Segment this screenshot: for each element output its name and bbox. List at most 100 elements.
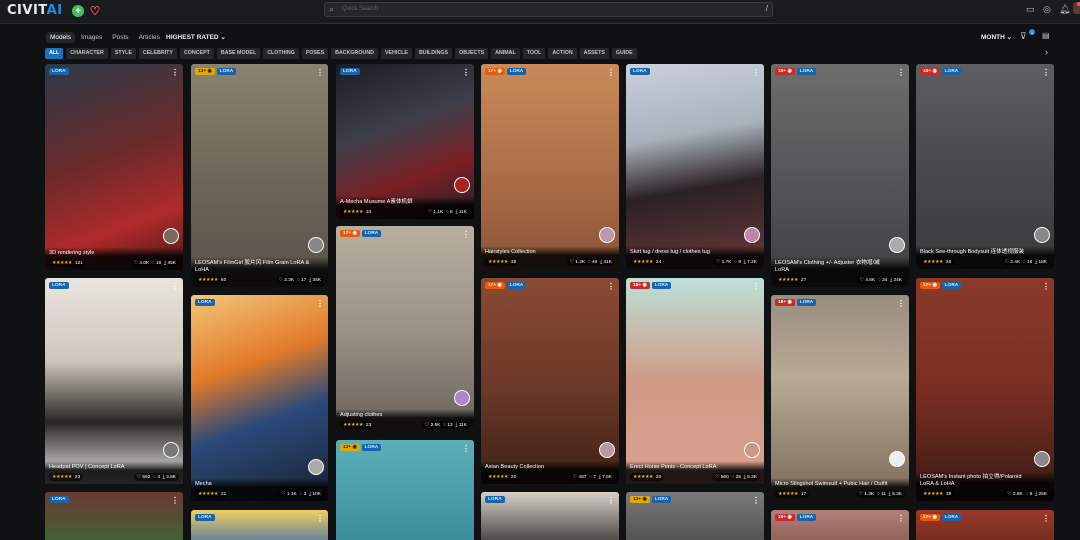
category-chip[interactable]: ASSETS [579,48,609,59]
category-chip[interactable]: CHARACTER [66,48,108,59]
creator-avatar[interactable] [1034,451,1050,467]
category-chip[interactable]: VEHICLE [380,48,412,59]
card-menu-icon[interactable]: ⋮ [752,282,760,291]
category-chip[interactable]: GUIDE [611,48,637,59]
creator-avatar[interactable] [454,177,470,193]
model-card[interactable]: LORA ⋮ 3D rendering style ★★★★★ 121 ♡ 4.0K… [45,64,183,270]
model-title[interactable]: Skirt tug / dress tug / clothes tug [630,249,760,256]
creator-avatar[interactable] [889,237,905,253]
chevron-right-icon[interactable]: › [1045,47,1048,57]
category-chip[interactable]: BASE MODEL [216,48,261,59]
card-menu-icon[interactable]: ⋮ [897,514,905,523]
model-title[interactable]: Hairstyles Collection [485,249,615,256]
category-chip[interactable]: OBJECTS [455,48,489,59]
card-menu-icon[interactable]: ⋮ [171,282,179,291]
card-menu-icon[interactable]: ⋮ [752,496,760,505]
model-title[interactable]: Erect Horse Penis - Concept LoRA [630,464,760,471]
model-card[interactable]: LORA ⋮ [45,492,183,540]
model-title[interactable]: Micro Slingshot Swimsuit + Pubic Hair / … [775,481,905,488]
sort-dropdown[interactable]: HIGHEST RATED ⌄ [166,33,226,41]
creator-avatar[interactable] [744,227,760,243]
category-chip[interactable]: POSES [301,48,329,59]
card-menu-icon[interactable]: ⋮ [462,230,470,239]
category-chip[interactable]: ACTION [548,48,577,59]
card-menu-icon[interactable]: ⋮ [1042,282,1050,291]
card-menu-icon[interactable]: ⋮ [462,444,470,453]
model-title[interactable]: Black See-through Bodysuit 连体透视服装 [920,249,1050,256]
creator-avatar[interactable] [599,442,615,458]
card-menu-icon[interactable]: ⋮ [897,68,905,77]
creator-avatar[interactable] [163,442,179,458]
category-chip[interactable]: STYLE [110,48,136,59]
period-dropdown[interactable]: MONTH ⌄ [981,33,1012,41]
card-menu-icon[interactable]: ⋮ [897,299,905,308]
category-chip[interactable]: CONCEPT [179,48,214,59]
model-title[interactable]: A-Mecha Musume A素体机娘 [340,199,470,206]
tab-models[interactable]: Models [46,31,75,43]
category-chip[interactable]: CELEBRITY [138,48,177,59]
model-title[interactable]: 3D rendering style [49,250,179,257]
search-input[interactable]: ⌕ Quick Search / [324,2,773,17]
category-chip[interactable]: BUILDINGS [414,48,453,59]
eye-off-icon[interactable]: ◎ [1043,4,1051,15]
creator-avatar[interactable] [454,390,470,406]
card-menu-icon[interactable]: ⋮ [752,68,760,77]
heart-icon[interactable]: ♡ [89,4,101,18]
model-card[interactable]: 17+ ◉ LORA ⋮ LEOSAM's Instant photo 拍立得/Po… [916,278,1054,501]
tab-articles[interactable]: Articles [135,32,164,43]
creator-avatar[interactable] [163,228,179,244]
monitor-icon[interactable]: ▭ [1026,4,1035,15]
tab-images[interactable]: Images [77,32,106,43]
model-card[interactable]: LORA ⋮ [191,510,328,540]
card-menu-icon[interactable]: ⋮ [1042,514,1050,523]
create-plus-icon[interactable]: + [72,5,84,17]
civitai-logo[interactable]: CIVITAI [7,3,63,18]
filter-icon[interactable]: ⊽ 1 [1020,29,1035,42]
model-card[interactable]: 18+ ◉ LORA ⋮ Black See-through Bodysuit 连体… [916,64,1054,269]
model-card[interactable]: LORA ⋮ [481,492,619,540]
bell-icon[interactable]: 🔔︎ [1059,4,1070,15]
creator-avatar[interactable] [1034,227,1050,243]
model-card[interactable]: 13+ ◉ LORA ⋮ LEOSAM's FilmGirl 胶片风 Film Gr… [191,64,328,287]
creator-avatar[interactable] [744,442,760,458]
card-menu-icon[interactable]: ⋮ [316,299,324,308]
creator-avatar[interactable] [599,227,615,243]
card-menu-icon[interactable]: ⋮ [171,496,179,505]
card-menu-icon[interactable]: ⋮ [316,514,324,523]
model-title[interactable]: LEOSAM's Clothing +/- Adjuster 衣物增/减 LoR… [775,260,905,274]
category-chip[interactable]: TOOL [522,48,546,59]
card-menu-icon[interactable]: ⋮ [607,496,615,505]
model-card[interactable]: 13+ ◉ LORA ⋮ [336,440,474,540]
card-menu-icon[interactable]: ⋮ [462,68,470,77]
tab-posts[interactable]: Posts [108,32,132,43]
creator-avatar[interactable] [308,459,324,475]
model-title[interactable]: Mecha [195,481,324,488]
model-card[interactable]: 18+ ◉ LORA ⋮ [771,510,909,540]
model-card[interactable]: LORA ⋮ A-Mecha Musume A素体机娘 ★★★★★ 34 ♡ 1.1… [336,64,474,219]
user-avatar[interactable] [1073,2,1080,14]
card-menu-icon[interactable]: ⋮ [607,282,615,291]
category-chip[interactable]: ANIMAL [491,48,520,59]
creator-avatar[interactable] [889,451,905,467]
model-title[interactable]: LEOSAM's FilmGirl 胶片风 Film Grain LoRA & … [195,260,324,274]
model-title[interactable]: Headpat POV | Concept LoRA [49,464,179,471]
category-chip[interactable]: CLOTHING [263,48,299,59]
model-card[interactable]: 18+ ◉ LORA ⋮ Erect Horse Penis - Concept L… [626,278,764,484]
model-card[interactable]: 17+ ◉ LORA ⋮ Adjusting clothes ★★★★★ 23 ♡ 2… [336,226,474,432]
model-card[interactable]: 17+ ◉ LORA ⋮ Asian Beauty Collection ★★★★★… [481,278,619,484]
creator-avatar[interactable] [308,237,324,253]
model-title[interactable]: LEOSAM's Instant photo 拍立得/Polaroid LoRA… [920,474,1050,488]
model-title[interactable]: Adjusting clothes [340,412,470,419]
category-chip[interactable]: ALL [45,48,64,59]
model-card[interactable]: LORA ⋮ Headpat POV | Concept LoRA ★★★★★ 23… [45,278,183,484]
model-card[interactable]: LORA ⋮ Skirt tug / dress tug / clothes tu… [626,64,764,269]
card-menu-icon[interactable]: ⋮ [171,68,179,77]
model-card[interactable]: 17+ ◉ LORA ⋮ [916,510,1054,540]
layout-icon[interactable]: ▤ [1042,31,1050,40]
card-menu-icon[interactable]: ⋮ [607,68,615,77]
model-card[interactable]: 18+ ◉ LORA ⋮ Micro Slingshot Swimsuit + Pu… [771,295,909,501]
model-card[interactable]: 18+ ◉ LORA ⋮ LEOSAM's Clothing +/- Adjuste… [771,64,909,287]
model-card[interactable]: LORA ⋮ Mecha ★★★★★ 21 ♡ 1.1K ◌ 3 ⤓ 10K [191,295,328,501]
model-card[interactable]: 13+ ◉ LORA ⋮ [626,492,764,540]
category-chip[interactable]: BACKGROUND [331,48,378,59]
